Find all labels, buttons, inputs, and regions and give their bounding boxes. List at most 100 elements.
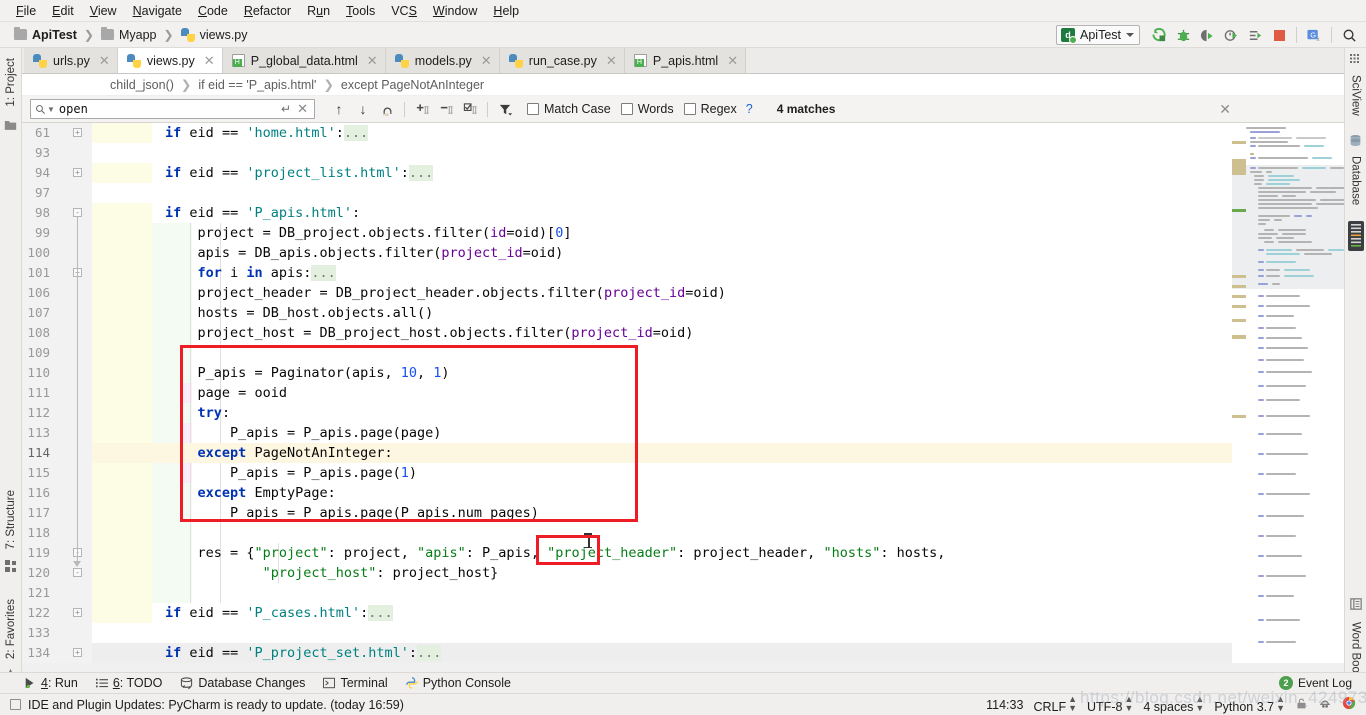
enter-icon[interactable]: ↵: [281, 102, 291, 116]
stop-button[interactable]: [1268, 24, 1290, 46]
menu-item-view[interactable]: View: [82, 2, 125, 20]
chrome-icon[interactable]: [1342, 696, 1356, 713]
code-line[interactable]: except EmptyPage:: [92, 483, 1232, 503]
code-line[interactable]: project_header = DB_project_header.objec…: [92, 283, 1232, 303]
editor-tab-urls-py[interactable]: urls.py ✕: [24, 48, 118, 73]
code-line[interactable]: hosts = DB_host.objects.all(): [92, 303, 1232, 323]
match-case-checkbox[interactable]: Match Case: [527, 102, 611, 116]
lock-icon[interactable]: [1295, 697, 1308, 713]
words-checkbox[interactable]: Words: [620, 102, 674, 116]
search-input-wrapper[interactable]: ▼ ↵ ✕: [30, 99, 315, 119]
code-line[interactable]: if eid == 'P_apis.html':: [92, 203, 1232, 223]
close-tab-icon[interactable]: ✕: [481, 54, 492, 67]
caret-position[interactable]: 114:33: [986, 698, 1023, 712]
bottom-tool-terminal[interactable]: Terminal: [323, 676, 388, 690]
code-line[interactable]: page = ooid: [92, 383, 1232, 403]
menu-item-vcs[interactable]: VCS: [383, 2, 425, 20]
code-line[interactable]: if eid == 'project_list.html':...: [92, 163, 1232, 183]
code-line[interactable]: except PageNotAnInteger:: [92, 443, 1232, 463]
editor-tab-p-global-data-html[interactable]: P_global_data.html ✕: [222, 48, 386, 73]
editor-tab-models-py[interactable]: models.py ✕: [385, 48, 500, 73]
code-line[interactable]: if eid == 'P_project_set.html':...: [92, 643, 1232, 663]
code-line[interactable]: [92, 183, 1232, 203]
code-breadcrumb-item[interactable]: except PageNotAnInteger: [341, 78, 484, 92]
profile-button[interactable]: [1220, 24, 1242, 46]
bottom-tool-database-changes[interactable]: Database Changes: [180, 676, 305, 690]
code-line[interactable]: P_apis = P_apis.page(1): [92, 463, 1232, 483]
bottom-tool-python-console[interactable]: Python Console: [405, 676, 511, 690]
coverage-button[interactable]: [1196, 24, 1218, 46]
code-line[interactable]: "project_host": project_host}: [92, 563, 1232, 583]
regex-help-link[interactable]: ?: [746, 102, 753, 116]
find-previous-button[interactable]: ↑: [327, 98, 351, 120]
indent-selector[interactable]: 4 spaces▲ ▼: [1143, 695, 1204, 715]
project-icon[interactable]: [4, 119, 17, 134]
breadcrumb-item-views-py[interactable]: views.py: [177, 27, 252, 43]
code-line[interactable]: [92, 523, 1232, 543]
sidebar-item-database[interactable]: Database: [1348, 150, 1364, 211]
fold-expand-icon[interactable]: +: [73, 608, 82, 617]
clear-search-icon[interactable]: ✕: [295, 101, 310, 117]
editor-tab-p-apis-html[interactable]: P_apis.html ✕: [624, 48, 747, 73]
sidebar-item-sciview[interactable]: SciView: [1348, 69, 1364, 122]
breadcrumb-item-apitest[interactable]: ApiTest: [10, 27, 81, 43]
code-breadcrumb-item[interactable]: if eid == 'P_apis.html': [198, 78, 316, 92]
close-tab-icon[interactable]: ✕: [204, 54, 215, 67]
code-line[interactable]: project_host = DB_project_host.objects.f…: [92, 323, 1232, 343]
fold-expand-icon[interactable]: +: [73, 168, 82, 177]
code-line[interactable]: [92, 143, 1232, 163]
select-all-lines-button[interactable]: [458, 98, 482, 120]
translate-button[interactable]: Gx: [1303, 24, 1325, 46]
code-line[interactable]: try:: [92, 403, 1232, 423]
fold-region-end-icon[interactable]: [73, 561, 82, 567]
interpreter-selector[interactable]: Python 3.7▲ ▼: [1214, 695, 1285, 715]
menu-item-window[interactable]: Window: [425, 2, 485, 20]
sidebar-item-project[interactable]: 1: Project: [3, 52, 19, 113]
line-separator-selector[interactable]: CRLF▲ ▼: [1033, 695, 1077, 715]
code-line[interactable]: res = {"project": project, "apis": P_api…: [92, 543, 1232, 563]
code-line[interactable]: project = DB_project.objects.filter(id=o…: [92, 223, 1232, 243]
code-line[interactable]: for i in apis:...: [92, 263, 1232, 283]
code-minimap[interactable]: [1232, 123, 1354, 663]
hide-icon[interactable]: [1318, 697, 1332, 713]
sciview-icon[interactable]: [1349, 54, 1362, 69]
encoding-selector[interactable]: UTF-8▲ ▼: [1087, 695, 1133, 715]
search-input[interactable]: [58, 102, 278, 116]
wordbook-icon[interactable]: [1349, 598, 1362, 613]
code-line[interactable]: P_apis = P_apis.page(P_apis.num_pages): [92, 503, 1232, 523]
close-find-bar-icon[interactable]: ✕: [1219, 101, 1231, 118]
fold-expand-icon[interactable]: +: [73, 128, 82, 137]
debug-button[interactable]: [1172, 24, 1194, 46]
database-icon[interactable]: [1349, 134, 1362, 150]
sidebar-item-structure[interactable]: 7: Structure: [3, 484, 19, 555]
filter-icon[interactable]: [493, 98, 517, 120]
code-line[interactable]: [92, 583, 1232, 603]
editor-tab-views-py[interactable]: views.py ✕: [117, 48, 223, 73]
notification-icon[interactable]: [10, 699, 21, 710]
close-tab-icon[interactable]: ✕: [367, 54, 378, 67]
menu-item-refactor[interactable]: Refactor: [236, 2, 299, 20]
select-all-occurrences-icon[interactable]: Aa: [375, 98, 399, 120]
close-tab-icon[interactable]: ✕: [727, 54, 738, 67]
run-button[interactable]: [1148, 24, 1170, 46]
close-tab-icon[interactable]: ✕: [99, 54, 110, 67]
menu-item-tools[interactable]: Tools: [338, 2, 383, 20]
code-line[interactable]: [92, 343, 1232, 363]
server-icon[interactable]: [1347, 220, 1364, 254]
menu-item-file[interactable]: File: [8, 2, 44, 20]
editor-tab-run-case-py[interactable]: run_case.py ✕: [499, 48, 625, 73]
code-line[interactable]: if eid == 'home.html':...: [92, 123, 1232, 143]
close-tab-icon[interactable]: ✕: [606, 54, 617, 67]
run-with-parameters-button[interactable]: [1244, 24, 1266, 46]
code-area[interactable]: if eid == 'home.html':... if eid == 'pro…: [92, 123, 1232, 663]
remove-occurrence-button[interactable]: [434, 98, 458, 120]
code-line[interactable]: if eid == 'P_cases.html':...: [92, 603, 1232, 623]
breadcrumb-item-myapp[interactable]: Myapp: [97, 27, 161, 43]
menu-item-help[interactable]: Help: [485, 2, 527, 20]
sidebar-item-favorites[interactable]: 2: Favorites: [3, 593, 19, 665]
regex-checkbox[interactable]: Regex: [683, 102, 737, 116]
menu-item-code[interactable]: Code: [190, 2, 236, 20]
bottom-tool-6--todo[interactable]: 6: TODO: [95, 676, 162, 690]
menu-item-run[interactable]: Run: [299, 2, 338, 20]
code-breadcrumb-item[interactable]: child_json(): [110, 78, 174, 92]
